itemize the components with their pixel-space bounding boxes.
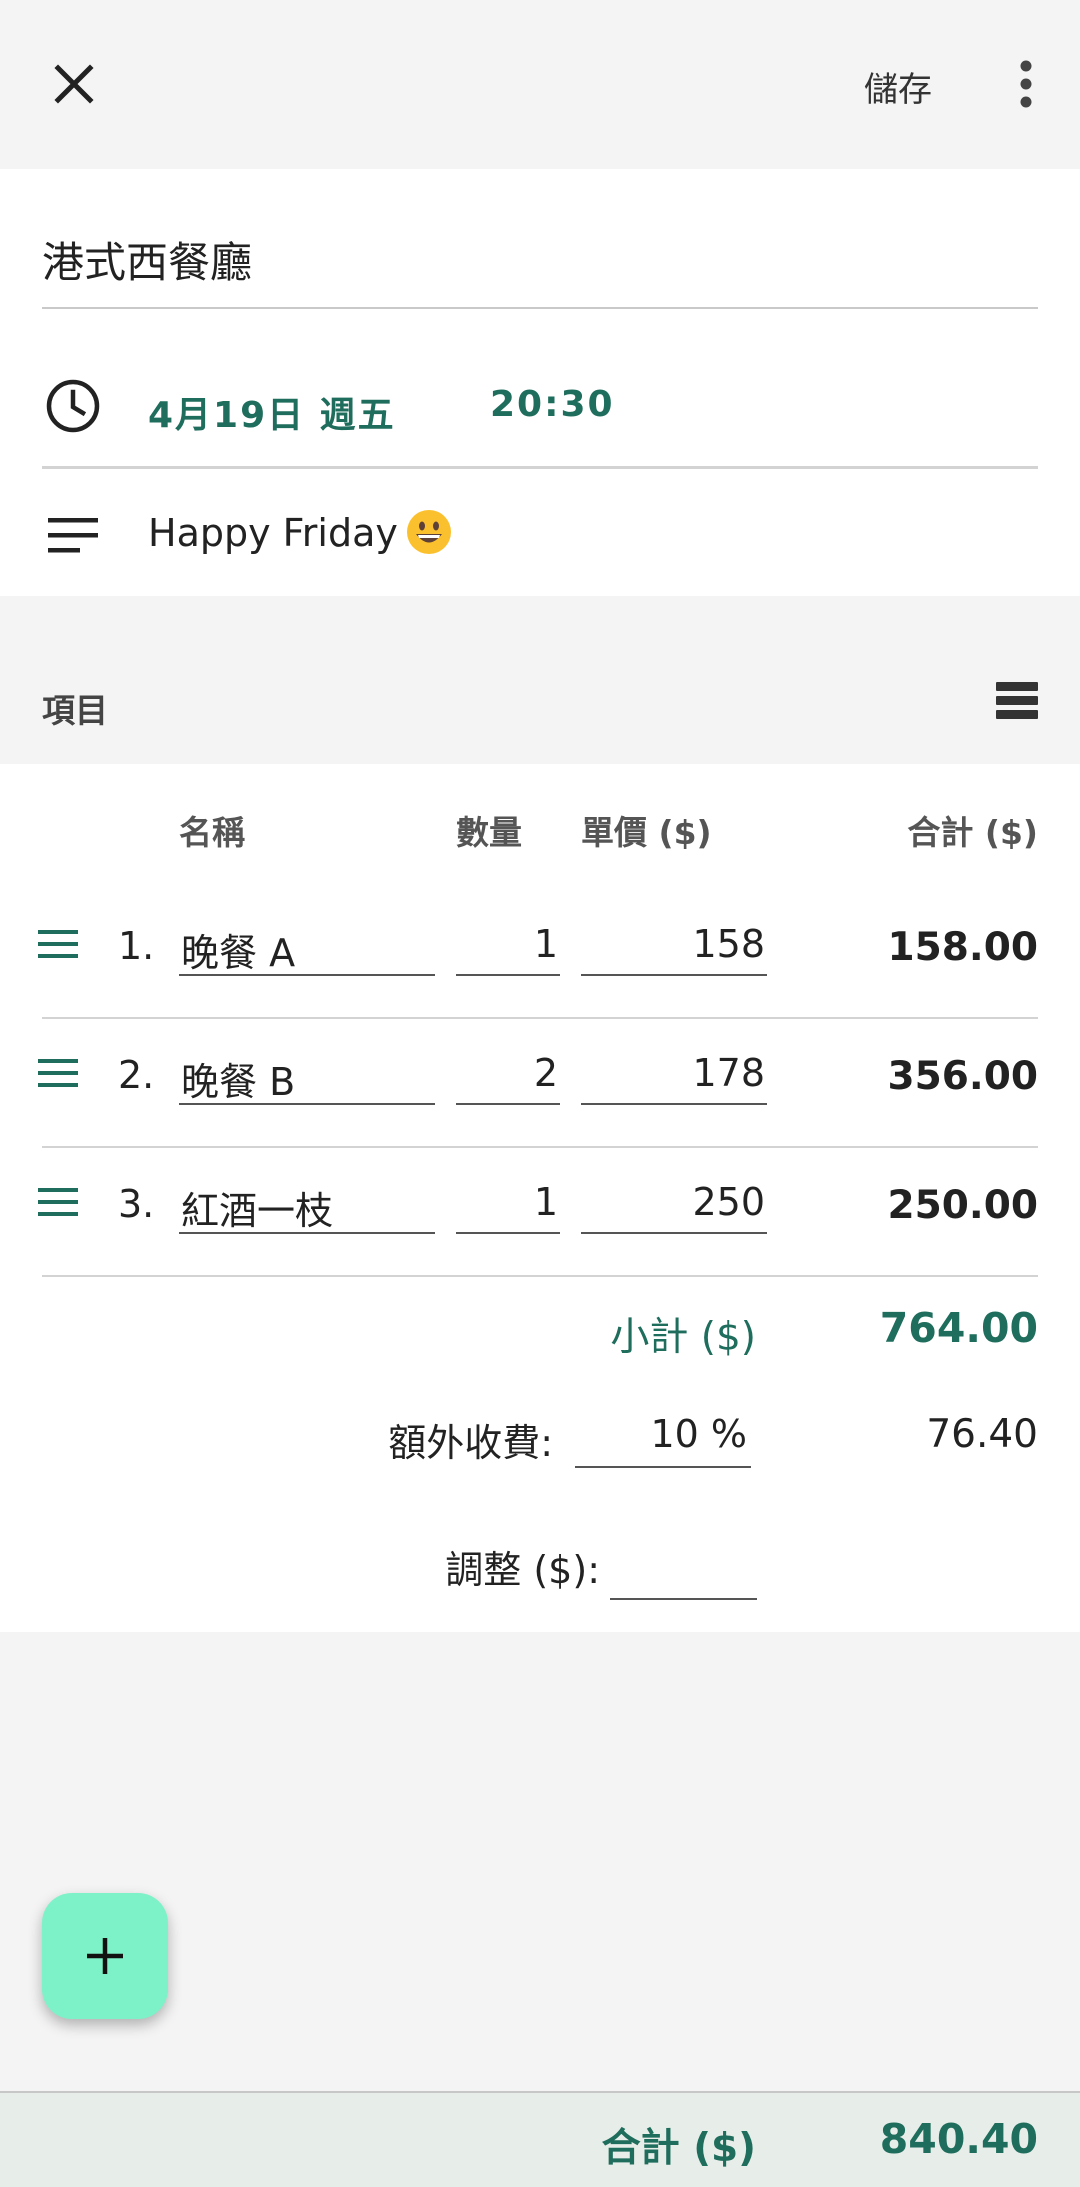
adjustment-label: 調整 ($):: [445, 1548, 600, 1592]
notes-icon: [48, 516, 100, 556]
grinning-face-emoji-icon: [406, 509, 452, 555]
extra-charge-percent-input[interactable]: 10 %: [575, 1402, 751, 1468]
notes-field[interactable]: Happy Friday: [148, 509, 452, 555]
item-name-input[interactable]: 晚餐 B: [179, 1039, 435, 1105]
row-divider: [42, 1275, 1038, 1277]
item-price-input[interactable]: 178: [581, 1039, 767, 1105]
plus-icon: [87, 1938, 123, 1974]
item-price-input[interactable]: 158: [581, 910, 767, 976]
divider: [42, 466, 1038, 468]
item-qty-input[interactable]: 1: [456, 1168, 560, 1234]
grand-total-bar: 合計 ($) 840.40: [0, 2091, 1080, 2187]
bill-title-field[interactable]: 港式西餐廳: [42, 229, 1038, 309]
item-number: 2.: [118, 1053, 155, 1097]
column-header-qty: 數量: [456, 813, 522, 852]
extra-charge-value: 76.40: [926, 1412, 1038, 1457]
column-header-name: 名稱: [179, 813, 245, 852]
bill-header-card: 港式西餐廳 4月19日 週五 20:30 Happy Friday: [0, 169, 1080, 596]
drag-handle-icon[interactable]: [36, 1055, 80, 1091]
add-item-button[interactable]: [42, 1893, 168, 2019]
item-row: 1. 晚餐 A 1 158 158.00: [0, 890, 1080, 1019]
top-app-bar: 儲存: [0, 0, 1080, 169]
item-row: 2. 晚餐 B 2 178 356.00: [0, 1019, 1080, 1148]
drag-handle-icon[interactable]: [36, 1184, 80, 1220]
item-qty-input[interactable]: 1: [456, 910, 560, 976]
date-picker[interactable]: 4月19日 週五: [148, 386, 396, 438]
item-number: 3.: [118, 1182, 155, 1226]
items-section-label: 項目: [42, 691, 108, 730]
notes-text: Happy Friday: [148, 511, 398, 555]
grand-total-label: 合計 ($): [601, 2126, 756, 2171]
save-button[interactable]: 儲存: [864, 62, 932, 111]
column-header-price: 單價 ($): [581, 813, 712, 852]
item-qty-input[interactable]: 2: [456, 1039, 560, 1105]
bill-title: 港式西餐廳: [42, 238, 253, 287]
item-name-input[interactable]: 晚餐 A: [179, 910, 435, 976]
column-header-total: 合計 ($): [907, 813, 1038, 852]
clock-icon: [44, 377, 102, 435]
item-number: 1.: [118, 924, 155, 968]
subtotal-value: 764.00: [879, 1304, 1038, 1352]
item-total: 158.00: [887, 925, 1039, 970]
extra-charge-label: 額外收費:: [388, 1421, 553, 1465]
time-picker[interactable]: 20:30: [490, 384, 615, 425]
item-name-input[interactable]: 紅酒一枝: [179, 1168, 435, 1234]
grand-total-value: 840.40: [879, 2115, 1038, 2163]
item-row: 3. 紅酒一枝 1 250 250.00: [0, 1148, 1080, 1277]
item-total: 356.00: [887, 1054, 1039, 1099]
more-vert-icon[interactable]: [1004, 52, 1048, 116]
close-icon[interactable]: [42, 52, 106, 116]
bill-editor-screen: 儲存 港式西餐廳 4月19日 週五 20:30 Happy Friday 項目 …: [0, 0, 1080, 2187]
item-total: 250.00: [887, 1183, 1039, 1228]
subtotal-label: 小計 ($): [610, 1315, 756, 1360]
item-price-input[interactable]: 250: [581, 1168, 767, 1234]
drag-handle-icon[interactable]: [36, 926, 80, 962]
items-card: 名稱 數量 單價 ($) 合計 ($) 1. 晚餐 A 1 158 158.00: [0, 764, 1080, 1632]
view-list-icon[interactable]: [996, 682, 1038, 720]
adjustment-input[interactable]: [610, 1534, 757, 1600]
